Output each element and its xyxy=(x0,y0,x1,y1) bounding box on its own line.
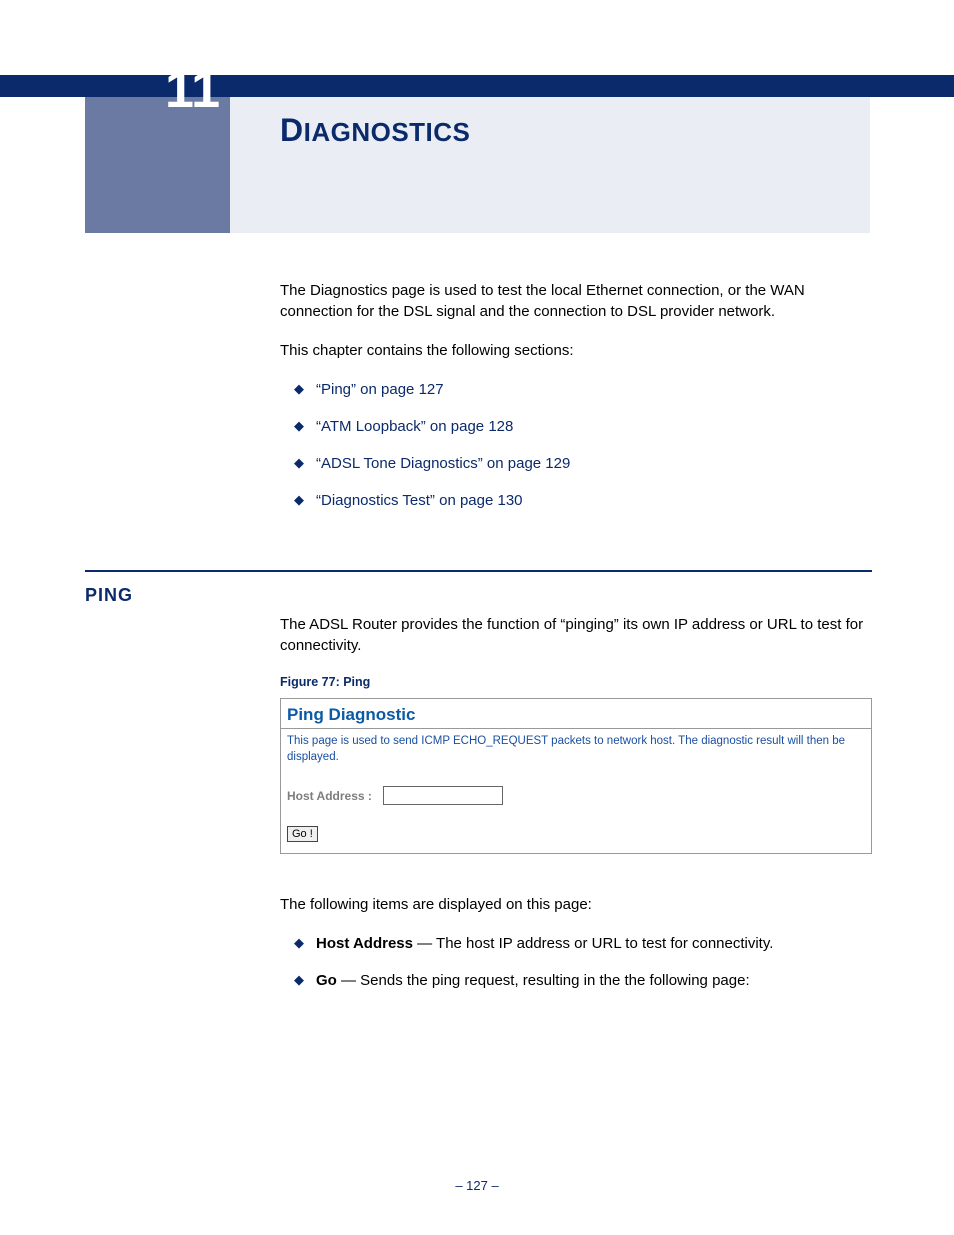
go-row: Go ! xyxy=(281,812,871,853)
diamond-bullet-icon: ◆ xyxy=(294,972,304,987)
section-rule xyxy=(85,570,872,572)
ping-box-title: Ping Diagnostic xyxy=(281,699,871,730)
toc-item: ◆ “Diagnostics Test” on page 130 xyxy=(294,490,872,511)
ping-box-desc: This page is used to send ICMP ECHO_REQU… xyxy=(281,729,871,767)
list-item: ◆ Host Address — The host IP address or U… xyxy=(294,933,872,954)
items-list: ◆ Host Address — The host IP address or U… xyxy=(294,933,872,991)
item-term: Host Address xyxy=(316,935,413,952)
ping-figure-box: Ping Diagnostic This page is used to sen… xyxy=(280,698,872,855)
ping-intro: The ADSL Router provides the function of… xyxy=(280,614,872,656)
figure-caption: Figure 77: Ping xyxy=(280,674,872,692)
diamond-bullet-icon: ◆ xyxy=(294,381,304,396)
toc-item: ◆ “Ping” on page 127 xyxy=(294,379,872,400)
item-desc: — Sends the ping request, resulting in t… xyxy=(337,972,750,989)
chapter-title-rest: IAGNOSTICS xyxy=(304,117,471,147)
diamond-bullet-icon: ◆ xyxy=(294,418,304,433)
section-heading-ping: PING xyxy=(85,585,133,606)
toc-item: ◆ “ATM Loopback” on page 128 xyxy=(294,416,872,437)
toc-link-atm-loopback[interactable]: “ATM Loopback” on page 128 xyxy=(316,418,513,435)
diamond-bullet-icon: ◆ xyxy=(294,935,304,950)
toc-link-ping[interactable]: “Ping” on page 127 xyxy=(316,381,444,398)
chapter-number: 11 xyxy=(85,60,230,120)
diamond-bullet-icon: ◆ xyxy=(294,492,304,507)
item-term: Go xyxy=(316,972,337,989)
host-address-input[interactable] xyxy=(383,786,503,805)
items-lead: The following items are displayed on thi… xyxy=(280,894,872,915)
list-item: ◆ Go — Sends the ping request, resulting … xyxy=(294,970,872,991)
go-button[interactable]: Go ! xyxy=(287,826,318,842)
chapter-title: DIAGNOSTICS xyxy=(280,112,470,149)
toc-list: ◆ “Ping” on page 127 ◆ “ATM Loopback” on p… xyxy=(294,379,872,511)
toc-link-adsl-tone[interactable]: “ADSL Tone Diagnostics” on page 129 xyxy=(316,455,570,472)
item-desc: — The host IP address or URL to test for… xyxy=(413,935,773,952)
toc-link-diagnostics-test[interactable]: “Diagnostics Test” on page 130 xyxy=(316,492,523,509)
host-address-label: Host Address : xyxy=(287,788,375,805)
ping-section: The ADSL Router provides the function of… xyxy=(280,614,872,1007)
page-number: – 127 – xyxy=(0,1178,954,1193)
diamond-bullet-icon: ◆ xyxy=(294,455,304,470)
host-address-row: Host Address : xyxy=(281,767,871,812)
intro-para-1: The Diagnostics page is used to test the… xyxy=(280,280,872,322)
intro-para-2: This chapter contains the following sect… xyxy=(280,340,872,361)
body-content: The Diagnostics page is used to test the… xyxy=(280,280,872,551)
toc-item: ◆ “ADSL Tone Diagnostics” on page 129 xyxy=(294,453,872,474)
